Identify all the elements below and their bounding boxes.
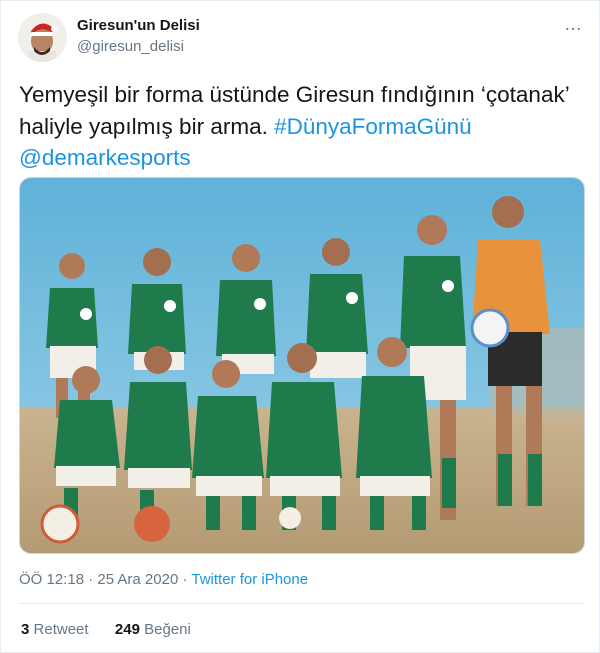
avatar-image	[18, 13, 67, 62]
user-handle[interactable]: @giresun_delisi	[77, 38, 184, 55]
tweet-time[interactable]: ÖÖ 12:18	[19, 571, 84, 588]
display-name[interactable]: Giresun'un Delisi	[77, 17, 200, 34]
meta-separator: ·	[178, 571, 192, 588]
hashtag-link[interactable]: #DünyaFormaGünü	[274, 114, 472, 139]
retweets-stat[interactable]: 3 Retweet	[21, 621, 89, 638]
tweet-photo[interactable]	[19, 177, 585, 554]
tweet-date[interactable]: 25 Ara 2020	[97, 571, 178, 588]
tweet-source[interactable]: Twitter for iPhone	[191, 571, 308, 588]
like-count: 249	[114, 621, 140, 638]
divider	[19, 603, 585, 604]
tweet-text: Yemyeşil bir forma üstünde Giresun fındı…	[19, 79, 584, 174]
tweet-stats: 3 Retweet 249 Beğeni	[21, 621, 191, 638]
team-photo-image	[20, 178, 584, 553]
like-label: Beğeni	[144, 621, 191, 638]
tweet-card: Giresun'un Delisi @giresun_delisi … Yemy…	[0, 0, 600, 653]
meta-separator: ·	[84, 571, 98, 588]
likes-stat[interactable]: 249 Beğeni	[115, 621, 191, 638]
mention-link[interactable]: @demarkesports	[19, 145, 191, 170]
user-avatar[interactable]	[18, 13, 67, 62]
retweet-label: Retweet	[33, 621, 89, 638]
tweet-meta: ÖÖ 12:18 · 25 Ara 2020 · Twitter for iPh…	[19, 571, 308, 588]
retweet-count: 3	[21, 621, 30, 638]
more-options-icon[interactable]: …	[564, 15, 583, 33]
